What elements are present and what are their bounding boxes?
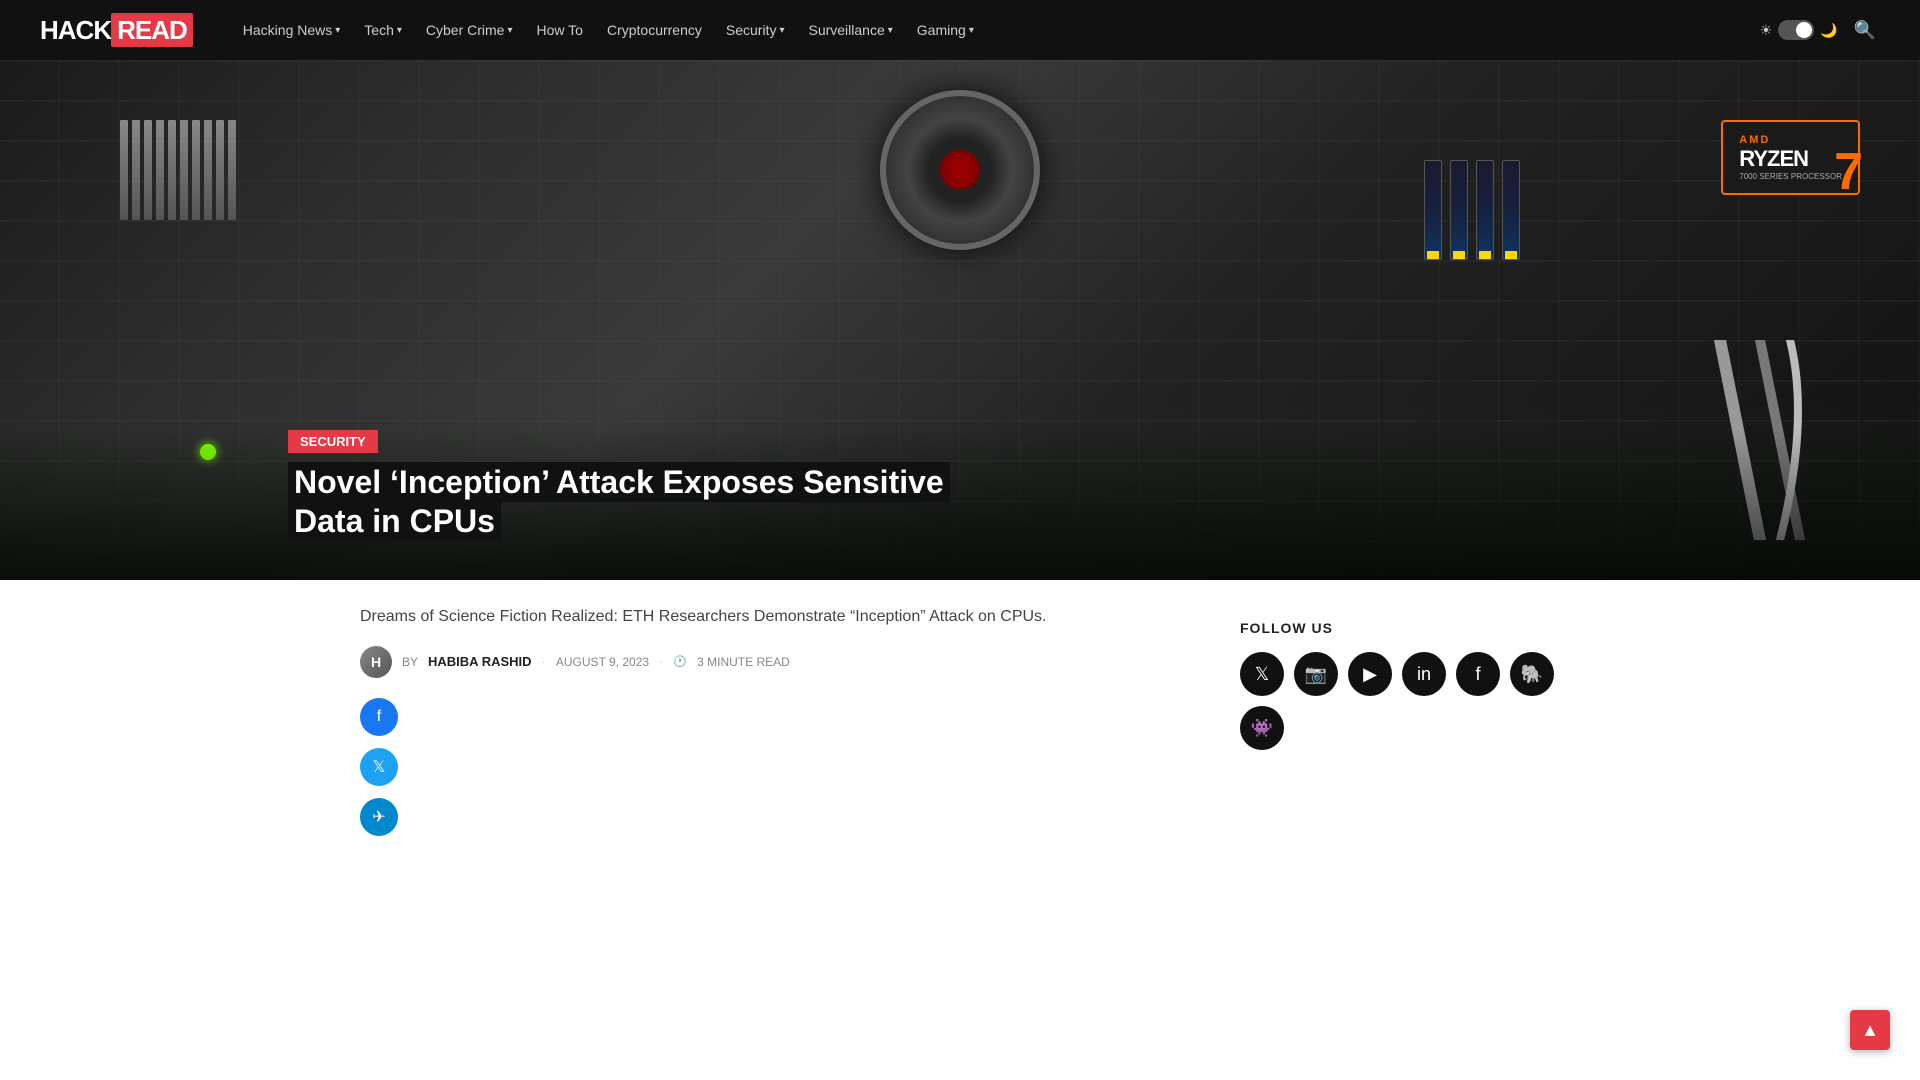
social-share: f 𝕏 ✈ [360, 698, 1180, 836]
share-telegram-button[interactable]: ✈ [360, 798, 398, 836]
theme-toggle: ☀ 🌙 [1760, 20, 1838, 40]
seven-badge: 7 [1834, 146, 1863, 198]
moon-icon: 🌙 [1820, 22, 1837, 39]
nav-link-tech[interactable]: Tech▾ [354, 16, 412, 44]
nav-item-gaming: Gaming▾ [907, 16, 984, 44]
hero-category-badge[interactable]: Security [288, 430, 378, 453]
ram-1 [1424, 160, 1442, 260]
author-avatar: H [360, 646, 392, 678]
nav-link-cryptocurrency[interactable]: Cryptocurrency [597, 16, 712, 44]
social-facebook-icon[interactable]: f [1456, 652, 1500, 696]
amd-box: AMD RYZEN 7000 SERIES PROCESSOR 7 [1721, 120, 1860, 195]
nav-item-surveillance: Surveillance▾ [798, 16, 902, 44]
nav-link-security[interactable]: Security▾ [716, 16, 795, 44]
ram-sticks [1424, 160, 1520, 260]
hero-title-line1: Novel ‘Inception’ Attack Exposes Sensiti… [288, 462, 950, 502]
dropdown-caret: ▾ [779, 25, 784, 36]
nav-links: Hacking News▾Tech▾Cyber Crime▾How ToCryp… [233, 16, 1760, 44]
logo-read: READ [111, 13, 193, 47]
social-instagram-icon[interactable]: 📷 [1294, 652, 1338, 696]
article-date: AUGUST 9, 2023 [556, 655, 649, 669]
social-reddit-icon[interactable]: 👾 [1240, 706, 1284, 750]
dot-separator-2: · [659, 654, 663, 669]
dot-separator-1: · [542, 654, 546, 669]
dropdown-caret: ▾ [335, 25, 340, 36]
author-by-label: BY [402, 655, 418, 669]
ram-4 [1502, 160, 1520, 260]
dropdown-caret: ▾ [397, 25, 402, 36]
nav-right: ☀ 🌙 🔍 [1760, 16, 1880, 45]
navbar: HACKREAD Hacking News▾Tech▾Cyber Crime▾H… [0, 0, 1920, 60]
nav-item-cryptocurrency: Cryptocurrency [597, 16, 712, 44]
social-linkedin-icon[interactable]: in [1402, 652, 1446, 696]
article-area: Dreams of Science Fiction Realized: ETH … [320, 580, 1600, 836]
logo-hack: HACK [40, 15, 111, 45]
social-mastodon-icon[interactable]: 🐘 [1510, 652, 1554, 696]
author-name[interactable]: HABIBA RASHID [428, 654, 532, 669]
social-grid: 𝕏📷▶inf🐘 👾 [1240, 652, 1560, 750]
cpu-cooler [850, 90, 1070, 290]
author-row: H BY HABIBA RASHID · AUGUST 9, 2023 · 🕐 … [360, 646, 1180, 678]
nav-link-cyber-crime[interactable]: Cyber Crime▾ [416, 16, 523, 44]
sun-icon: ☀ [1760, 22, 1773, 39]
nav-link-surveillance[interactable]: Surveillance▾ [798, 16, 902, 44]
nav-link-how-to[interactable]: How To [527, 16, 593, 44]
hero-section: AMD RYZEN 7000 SERIES PROCESSOR 7 Securi… [0, 60, 1920, 580]
follow-us-title: FOLLOW US [1240, 620, 1560, 636]
nav-item-tech: Tech▾ [354, 16, 412, 44]
nav-item-cyber-crime: Cyber Crime▾ [416, 16, 523, 44]
nav-link-hacking-news[interactable]: Hacking News▾ [233, 16, 351, 44]
nav-item-security: Security▾ [716, 16, 795, 44]
article-subtitle: Dreams of Science Fiction Realized: ETH … [360, 604, 1180, 630]
toggle-knob [1796, 22, 1812, 38]
heatsink-decoration [120, 120, 236, 220]
ram-2 [1450, 160, 1468, 260]
ram-3 [1476, 160, 1494, 260]
amd-logo: AMD [1739, 134, 1842, 146]
author-avatar-inner: H [360, 646, 392, 678]
ryzen-text: RYZEN [1739, 146, 1842, 172]
theme-toggle-switch[interactable] [1778, 20, 1814, 40]
dropdown-caret: ▾ [507, 25, 512, 36]
social-youtube-icon[interactable]: ▶ [1348, 652, 1392, 696]
search-icon[interactable]: 🔍 [1850, 16, 1880, 45]
site-logo[interactable]: HACKREAD [40, 15, 193, 46]
share-twitter-button[interactable]: 𝕏 [360, 748, 398, 786]
hero-title: Novel ‘Inception’ Attack Exposes Sensiti… [288, 463, 1632, 540]
ryzen-sub: 7000 SERIES PROCESSOR [1739, 172, 1842, 181]
share-facebook-button[interactable]: f [360, 698, 398, 736]
read-time: 3 MINUTE READ [697, 655, 790, 669]
back-to-top-button[interactable]: ▲ [1850, 1010, 1890, 1050]
clock-icon: 🕐 [673, 655, 687, 668]
article-main: Dreams of Science Fiction Realized: ETH … [360, 580, 1240, 836]
hero-overlay: Security Novel ‘Inception’ Attack Expose… [0, 430, 1920, 580]
nav-item-hacking-news: Hacking News▾ [233, 16, 351, 44]
nav-link-gaming[interactable]: Gaming▾ [907, 16, 984, 44]
article-sidebar: FOLLOW US 𝕏📷▶inf🐘 👾 [1240, 580, 1560, 836]
dropdown-caret: ▾ [888, 25, 893, 36]
cpu-fan [880, 90, 1040, 250]
hero-title-line2: Data in CPUs [288, 501, 501, 541]
nav-item-how-to: How To [527, 16, 593, 44]
social-twitter-icon[interactable]: 𝕏 [1240, 652, 1284, 696]
dropdown-caret: ▾ [969, 25, 974, 36]
